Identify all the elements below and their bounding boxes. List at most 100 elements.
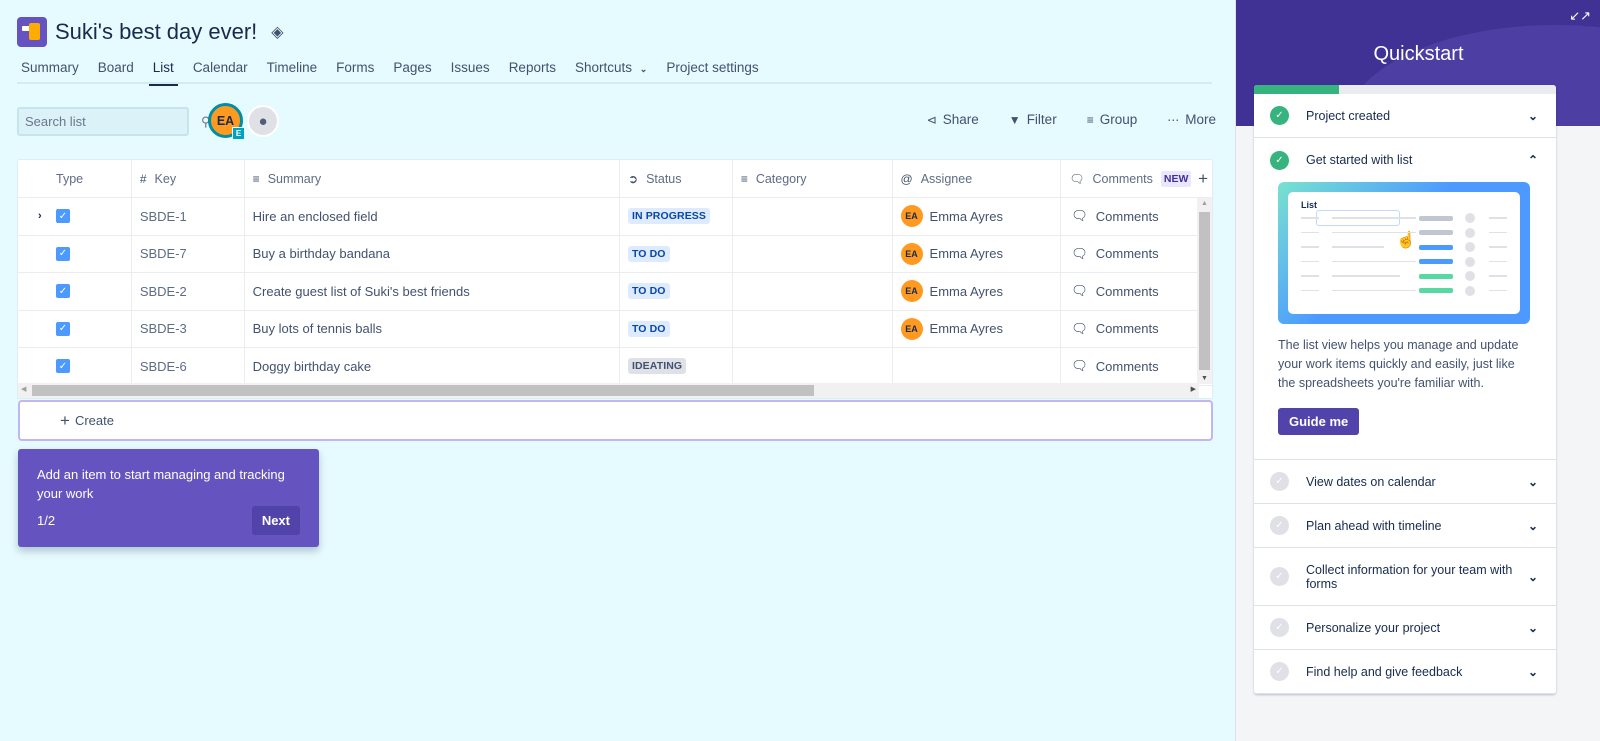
- status-badge[interactable]: TO DO: [627, 245, 670, 262]
- quickstart-item[interactable]: ✓ View dates on calendar ⌄: [1254, 460, 1556, 504]
- issue-key[interactable]: SBDE-1: [140, 209, 187, 224]
- issue-key[interactable]: SBDE-6: [140, 359, 187, 374]
- status-badge[interactable]: TO DO: [627, 320, 670, 337]
- table-row[interactable]: › ✓ SBDE-1 Hire an enclosed field IN PRO…: [18, 198, 1212, 236]
- column-header-category[interactable]: ≡ Category: [733, 160, 893, 197]
- issue-key[interactable]: SBDE-2: [140, 284, 187, 299]
- issue-key[interactable]: SBDE-7: [140, 246, 187, 261]
- minimize-icon[interactable]: ↙↗: [1569, 8, 1591, 24]
- vertical-scrollbar[interactable]: ▲ ▼: [1197, 198, 1212, 384]
- filter-button[interactable]: ▼ Filter: [1009, 112, 1057, 127]
- table-row[interactable]: ✓ SBDE-7 Buy a birthday bandana TO DO EA…: [18, 235, 1212, 273]
- category-cell[interactable]: [733, 198, 893, 235]
- tab-timeline[interactable]: Timeline: [263, 58, 322, 84]
- status-cell[interactable]: TO DO: [620, 273, 733, 310]
- tab-project-settings[interactable]: Project settings: [662, 58, 762, 84]
- summary-cell[interactable]: Doggy birthday cake: [245, 348, 620, 385]
- status-cell[interactable]: IDEATING: [620, 348, 733, 385]
- scroll-left-arrow[interactable]: ◀: [21, 385, 26, 393]
- key-cell[interactable]: SBDE-6: [132, 348, 245, 385]
- comments-cell[interactable]: 🗨 Comments: [1061, 198, 1212, 235]
- chevron-down-icon[interactable]: ⌄: [1528, 109, 1538, 123]
- comments-cell[interactable]: 🗨 Comments: [1061, 311, 1212, 348]
- assignee-cell[interactable]: EA Emma Ayres: [893, 273, 1062, 310]
- category-cell[interactable]: [733, 235, 893, 272]
- quickstart-item[interactable]: ✓ Plan ahead with timeline ⌄: [1254, 504, 1556, 548]
- issue-summary[interactable]: Hire an enclosed field: [253, 209, 378, 224]
- expand-chevron-icon[interactable]: ›: [38, 210, 52, 222]
- issue-summary[interactable]: Buy lots of tennis balls: [253, 321, 382, 336]
- status-cell[interactable]: TO DO: [620, 310, 733, 347]
- scroll-up-arrow[interactable]: ▲: [1197, 200, 1212, 207]
- comments-cell[interactable]: 🗨 Comments: [1061, 273, 1212, 310]
- quickstart-item[interactable]: ✓ Collect information for your team with…: [1254, 548, 1556, 606]
- scroll-down-arrow[interactable]: ▼: [1197, 375, 1212, 382]
- search-box[interactable]: ⚲: [17, 107, 211, 136]
- quickstart-item[interactable]: ✓ Personalize your project ⌄: [1254, 606, 1556, 650]
- summary-cell[interactable]: Create guest list of Suki's best friends: [245, 273, 620, 310]
- table-row[interactable]: ✓ SBDE-3 Buy lots of tennis balls TO DO …: [18, 310, 1212, 348]
- table-row[interactable]: ✓ SBDE-2 Create guest list of Suki's bes…: [18, 273, 1212, 311]
- category-cell[interactable]: [733, 273, 893, 310]
- horizontal-scroll-thumb[interactable]: [32, 385, 814, 396]
- comments-link[interactable]: Comments: [1096, 321, 1159, 336]
- group-button[interactable]: ≡ Group: [1087, 112, 1138, 127]
- status-badge[interactable]: TO DO: [627, 283, 670, 300]
- chevron-down-icon[interactable]: ⌄: [1528, 621, 1538, 635]
- tab-forms[interactable]: Forms: [332, 58, 378, 84]
- horizontal-scrollbar[interactable]: ◀ ▶: [18, 383, 1199, 398]
- issue-summary[interactable]: Doggy birthday cake: [253, 359, 372, 374]
- issue-summary[interactable]: Create guest list of Suki's best friends: [253, 284, 470, 299]
- tab-reports[interactable]: Reports: [505, 58, 560, 84]
- status-cell[interactable]: IN PROGRESS: [620, 198, 733, 235]
- tab-board[interactable]: Board: [94, 58, 138, 84]
- tab-summary[interactable]: Summary: [17, 58, 83, 84]
- status-badge[interactable]: IDEATING: [627, 358, 687, 375]
- more-button[interactable]: ⋯ More: [1167, 112, 1216, 127]
- chevron-down-icon[interactable]: ⌄: [1528, 570, 1538, 584]
- key-cell[interactable]: SBDE-3: [132, 310, 245, 347]
- table-row[interactable]: ✓ SBDE-6 Doggy birthday cake IDEATING 🗨 …: [18, 348, 1212, 386]
- assignee-cell[interactable]: EA Emma Ayres: [893, 310, 1062, 347]
- summary-cell[interactable]: Buy lots of tennis balls: [245, 310, 620, 347]
- project-title[interactable]: Suki's best day ever!: [55, 19, 257, 45]
- chevron-up-icon[interactable]: ⌃: [1528, 153, 1538, 167]
- paint-bucket-icon[interactable]: ◈: [271, 22, 283, 42]
- summary-cell[interactable]: Buy a birthday bandana: [245, 235, 620, 272]
- chevron-down-icon[interactable]: ⌄: [1528, 665, 1538, 679]
- quickstart-item[interactable]: ✓ Get started with list ⌃: [1254, 138, 1556, 182]
- assignee-cell[interactable]: [893, 348, 1062, 385]
- issue-summary[interactable]: Buy a birthday bandana: [253, 246, 390, 261]
- comments-cell[interactable]: 🗨 Comments: [1061, 348, 1212, 385]
- status-cell[interactable]: TO DO: [620, 235, 733, 272]
- quickstart-item[interactable]: ✓ Find help and give feedback ⌄: [1254, 650, 1556, 694]
- category-cell[interactable]: [733, 348, 893, 385]
- tab-calendar[interactable]: Calendar: [189, 58, 252, 84]
- guide-me-button[interactable]: Guide me: [1278, 408, 1360, 435]
- chevron-down-icon[interactable]: ⌄: [1528, 475, 1538, 489]
- column-header-comments[interactable]: 🗨 Comments NEW: [1061, 160, 1212, 197]
- avatar[interactable]: EA E: [208, 103, 245, 140]
- add-person-icon[interactable]: ●: [247, 105, 279, 137]
- tab-pages[interactable]: Pages: [389, 58, 435, 84]
- key-cell[interactable]: SBDE-7: [132, 235, 245, 272]
- create-item-button[interactable]: + Create: [18, 400, 1213, 441]
- comments-cell[interactable]: 🗨 Comments: [1061, 236, 1212, 273]
- status-badge[interactable]: IN PROGRESS: [627, 208, 711, 225]
- tab-list[interactable]: List: [148, 58, 178, 86]
- tab-issues[interactable]: Issues: [447, 58, 494, 84]
- chevron-down-icon[interactable]: ⌄: [1528, 519, 1538, 533]
- column-header-key[interactable]: # Key: [132, 160, 245, 197]
- quickstart-item[interactable]: ✓ Project created ⌄: [1254, 94, 1556, 138]
- add-column-button[interactable]: +: [1198, 169, 1208, 189]
- assignee-cell[interactable]: EA Emma Ayres: [893, 198, 1062, 235]
- column-header-summary[interactable]: ≡ Summary: [245, 160, 620, 197]
- column-header-type[interactable]: Type: [18, 160, 132, 197]
- comments-link[interactable]: Comments: [1096, 359, 1159, 374]
- scroll-right-arrow[interactable]: ▶: [1191, 385, 1196, 393]
- comments-link[interactable]: Comments: [1096, 246, 1159, 261]
- issue-key[interactable]: SBDE-3: [140, 321, 187, 336]
- tip-next-button[interactable]: Next: [251, 506, 300, 535]
- comments-link[interactable]: Comments: [1096, 284, 1159, 299]
- category-cell[interactable]: [733, 310, 893, 347]
